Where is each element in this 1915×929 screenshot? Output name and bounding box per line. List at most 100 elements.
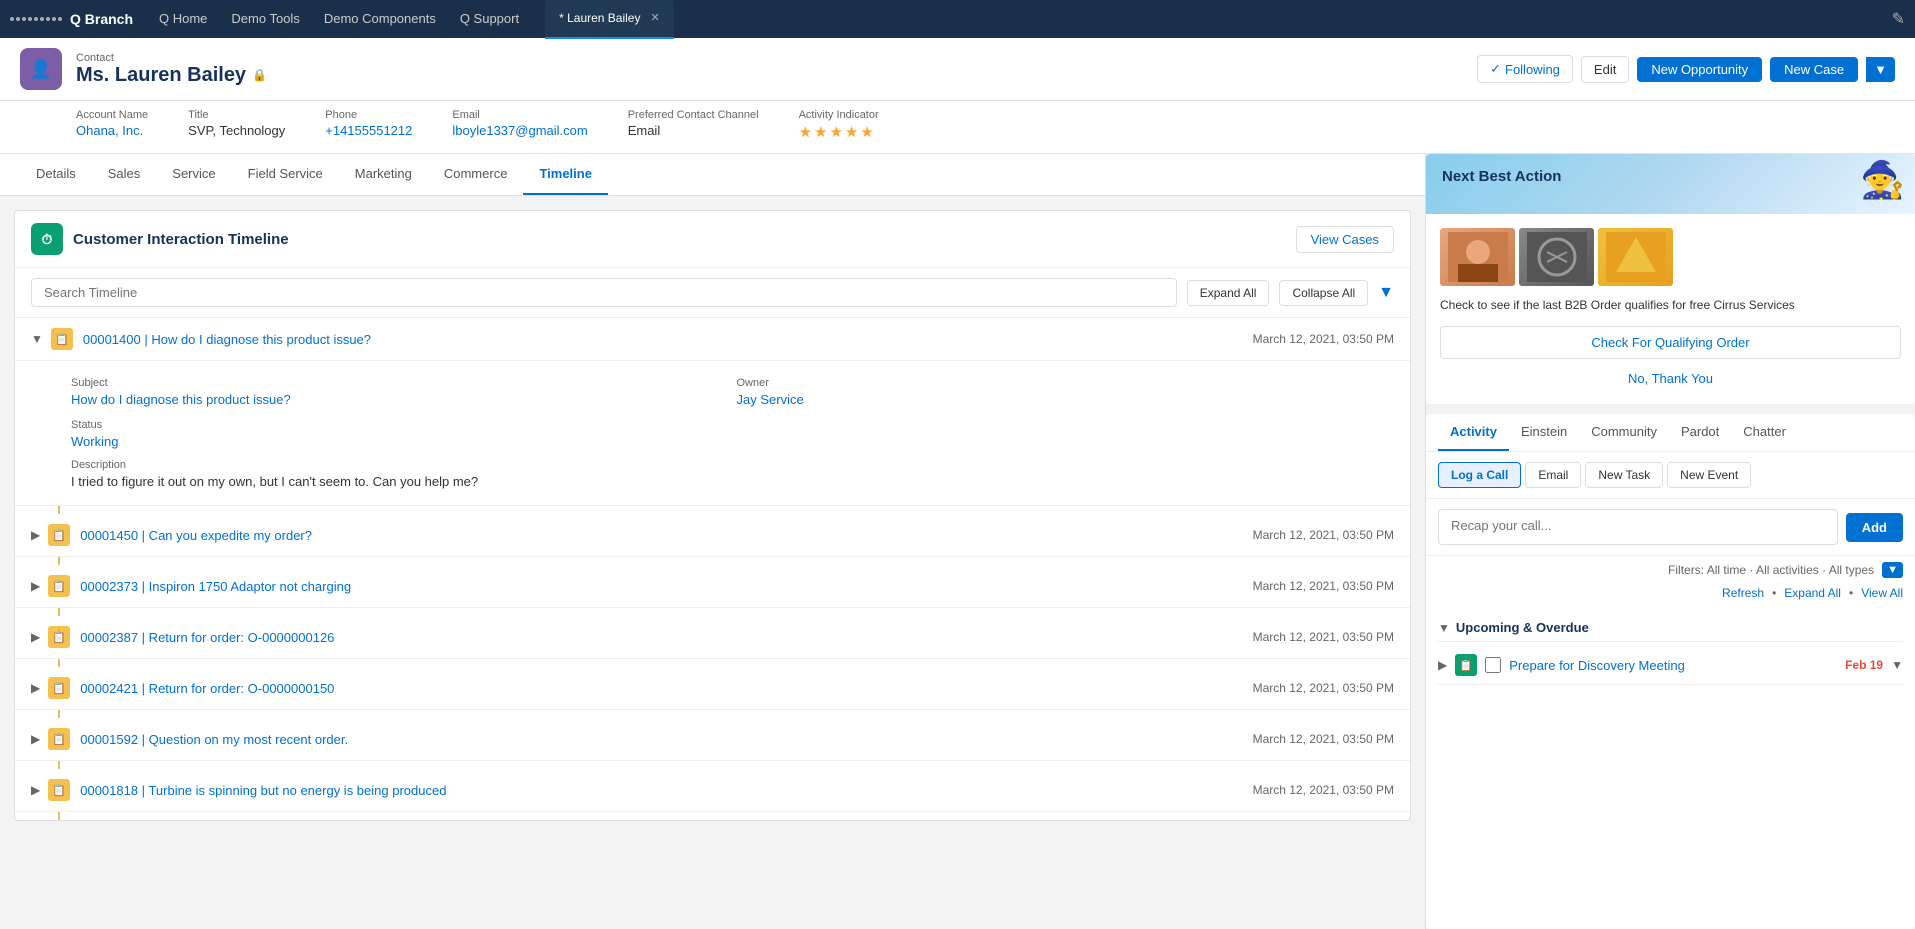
upcoming-chevron-icon[interactable]: ▼ [1438,621,1450,635]
add-button[interactable]: Add [1846,513,1903,542]
case-chevron-1[interactable]: ▶ [31,528,40,542]
case-chevron-6[interactable]: ▶ [31,783,40,797]
timeline-card: ⏱ Customer Interaction Timeline View Cas… [14,210,1411,821]
nav-q-support[interactable]: Q Support [448,0,531,38]
case-owner-value[interactable]: Jay Service [737,392,1387,407]
nba-image-3 [1598,228,1673,286]
email-value[interactable]: lboyle1337@gmail.com [452,123,587,138]
case-icon-4: 📋 [48,677,70,699]
no-thanks-button[interactable]: No, Thank You [1440,367,1901,390]
nba-images [1440,228,1901,286]
case-date-2: March 12, 2021, 03:50 PM [1253,579,1394,593]
tab-commerce[interactable]: Commerce [428,154,524,195]
activity-tab-activity[interactable]: Activity [1438,414,1509,451]
subtab-email[interactable]: Email [1525,462,1581,488]
case-title-1[interactable]: 00001450 | Can you expedite my order? [80,528,1252,543]
case-title-5[interactable]: 00001592 | Question on my most recent or… [80,732,1252,747]
timeline-connector-6 [58,812,1410,820]
activity-tab-pardot[interactable]: Pardot [1669,414,1731,451]
view-all-link[interactable]: View All [1861,586,1903,600]
subtab-new-event[interactable]: New Event [1667,462,1751,488]
activity-tab-community[interactable]: Community [1579,414,1669,451]
timeline-search-input[interactable] [31,278,1177,307]
tab-sales[interactable]: Sales [92,154,157,195]
timeline-title: ⏱ Customer Interaction Timeline [31,223,289,255]
lock-icon: 🔒 [252,68,267,82]
account-name-value[interactable]: Ohana, Inc. [76,123,148,138]
upcoming-item-date-0: Feb 19 [1845,658,1883,672]
case-row-0: ▼ 📋 00001400 | How do I diagnose this pr… [15,318,1410,514]
header-actions: ✓ Following Edit New Opportunity New Cas… [1477,55,1895,83]
tab-timeline[interactable]: Timeline [523,154,608,195]
recap-call-input[interactable] [1438,509,1838,545]
follow-button[interactable]: ✓ Following [1477,55,1573,83]
case-status-value: Working [71,434,1386,449]
preferred-contact-value: Email [628,123,759,138]
timeline-filter-icon[interactable]: ▼ [1378,284,1394,302]
case-title-4[interactable]: 00002421 | Return for order: O-000000015… [80,681,1252,696]
app-menu-icon[interactable] [10,17,62,21]
subtab-new-task[interactable]: New Task [1585,462,1663,488]
upcoming-item-expand-0[interactable]: ▼ [1891,658,1903,672]
case-title-0[interactable]: 00001400 | How do I diagnose this produc… [83,332,1253,347]
record-name: Ms. Lauren Bailey 🔒 [76,64,267,87]
case-chevron-3[interactable]: ▶ [31,630,40,644]
upcoming-item-0: ▶ 📋 Prepare for Discovery Meeting Feb 19… [1438,646,1903,685]
case-subject-value[interactable]: How do I diagnose this product issue? [71,392,721,407]
case-status-field: Status Working [71,419,1386,449]
tab-marketing[interactable]: Marketing [339,154,428,195]
expand-all-link[interactable]: Expand All [1784,586,1841,600]
nav-demo-tools[interactable]: Demo Tools [219,0,311,38]
account-name-field: Account Name Ohana, Inc. [76,109,148,141]
case-date-0: March 12, 2021, 03:50 PM [1253,332,1394,346]
new-case-button[interactable]: New Case [1770,57,1858,82]
edit-icon[interactable]: ✎ [1892,9,1905,29]
case-chevron-5[interactable]: ▶ [31,732,40,746]
filter-funnel-icon[interactable]: ▼ [1882,562,1903,578]
check-qualifying-order-button[interactable]: Check For Qualifying Order [1440,326,1901,359]
upcoming-item-chevron-0[interactable]: ▶ [1438,658,1447,672]
case-chevron-2[interactable]: ▶ [31,579,40,593]
case-title-6[interactable]: 00001818 | Turbine is spinning but no en… [80,783,1252,798]
upcoming-item-icon-0: 📋 [1455,654,1477,676]
nav-demo-components[interactable]: Demo Components [312,0,448,38]
tab-close-icon[interactable]: ✕ [650,0,659,37]
case-title-2[interactable]: 00002373 | Inspiron 1750 Adaptor not cha… [80,579,1252,594]
activity-tab-chatter[interactable]: Chatter [1731,414,1798,451]
case-date-5: March 12, 2021, 03:50 PM [1253,732,1394,746]
case-date-6: March 12, 2021, 03:50 PM [1253,783,1394,797]
upcoming-item-checkbox-0[interactable] [1485,657,1501,673]
edit-button[interactable]: Edit [1581,56,1629,83]
nba-image-1 [1440,228,1515,286]
tab-service[interactable]: Service [156,154,231,195]
case-title-3[interactable]: 00002387 | Return for order: O-000000012… [80,630,1252,645]
nav-links: Q Home Demo Tools Demo Components Q Supp… [147,0,531,38]
nav-q-home[interactable]: Q Home [147,0,219,38]
upcoming-section: ▼ Upcoming & Overdue ▶ 📋 Prepare for Dis… [1426,606,1915,693]
actions-dropdown-button[interactable]: ▼ [1866,57,1895,82]
main-layout: Details Sales Service Field Service Mark… [0,154,1915,929]
timeline-connector-1 [58,557,1410,565]
new-opportunity-button[interactable]: New Opportunity [1637,57,1762,82]
collapse-all-button[interactable]: Collapse All [1279,280,1368,306]
tab-field-service[interactable]: Field Service [232,154,339,195]
case-row-5: ▶ 📋 00001592 | Question on my most recen… [15,718,1410,769]
expand-all-button[interactable]: Expand All [1187,280,1270,306]
tab-lauren-bailey[interactable]: * Lauren Bailey ✕ [545,0,674,39]
refresh-link[interactable]: Refresh [1722,586,1764,600]
case-chevron-0[interactable]: ▼ [31,332,43,346]
activity-tab-einstein[interactable]: Einstein [1509,414,1579,451]
activity-input-row: Add [1426,499,1915,556]
phone-value[interactable]: +14155551212 [325,123,412,138]
view-cases-button[interactable]: View Cases [1296,226,1394,253]
top-tabs: * Lauren Bailey ✕ [539,0,1884,39]
case-chevron-4[interactable]: ▶ [31,681,40,695]
check-icon: ✓ [1490,61,1501,77]
nba-description: Check to see if the last B2B Order quali… [1440,296,1901,314]
subtab-log-call[interactable]: Log a Call [1438,462,1521,488]
upcoming-item-title-0[interactable]: Prepare for Discovery Meeting [1509,658,1837,673]
top-nav: Q Branch Q Home Demo Tools Demo Componen… [0,0,1915,38]
case-icon-0: 📋 [51,328,73,350]
tab-details[interactable]: Details [20,154,92,195]
right-panel: Next Best Action 🧙 Check to see if the l… [1425,154,1915,929]
